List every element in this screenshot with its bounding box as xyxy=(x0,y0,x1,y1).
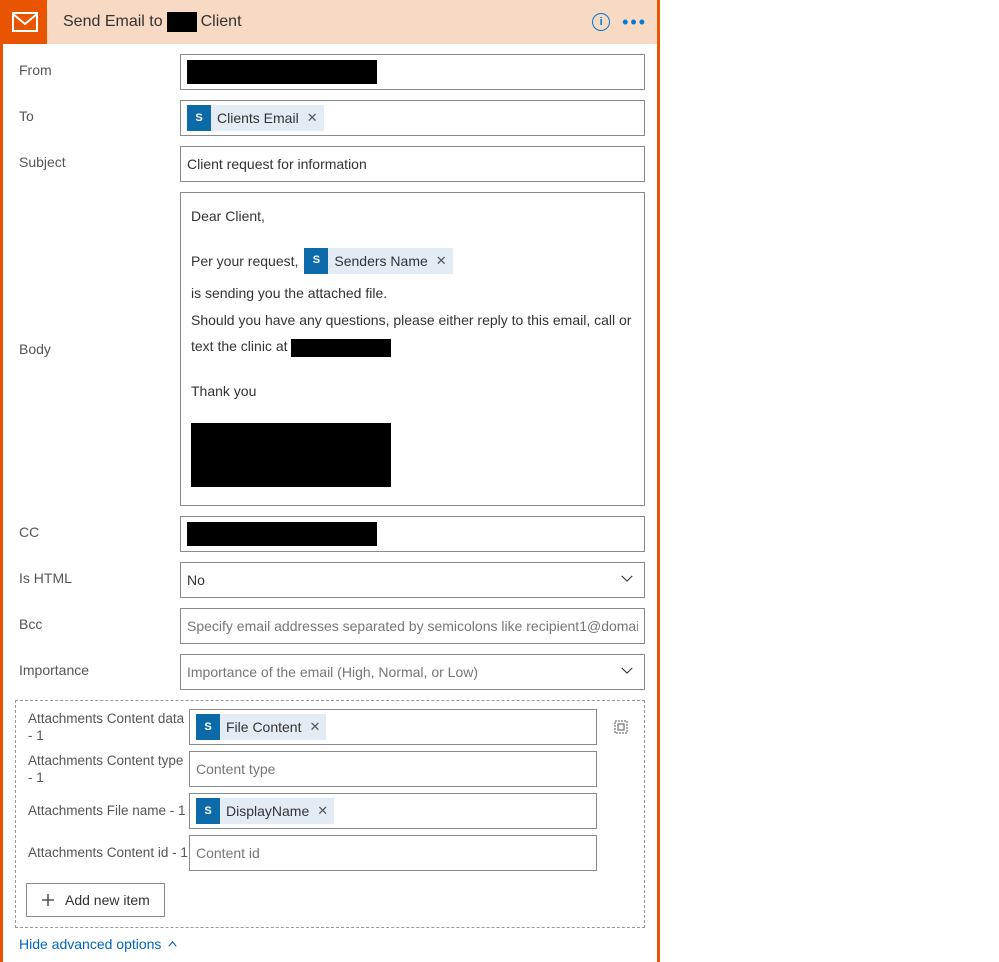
token-remove-icon[interactable]: ✕ xyxy=(309,719,320,735)
card-header[interactable]: Send Email to Client i ••• xyxy=(3,0,657,44)
hide-advanced-link[interactable]: Hide advanced options xyxy=(15,928,182,956)
card-title: Send Email to Client xyxy=(63,12,242,32)
importance-select[interactable]: Importance of the email (High, Normal, o… xyxy=(180,654,645,690)
chevron-up-icon xyxy=(167,939,178,950)
subject-label: Subject xyxy=(15,146,180,170)
att-type-label: Attachments Content type - 1 xyxy=(24,752,189,787)
subject-value: Client request for information xyxy=(187,156,367,172)
token-senders-name[interactable]: S Senders Name ✕ xyxy=(304,248,452,274)
sharepoint-icon: S xyxy=(196,798,220,824)
body-text: is sending you the attached file. xyxy=(191,280,387,307)
token-remove-icon[interactable]: ✕ xyxy=(317,803,328,819)
att-id-placeholder[interactable] xyxy=(196,841,590,865)
att-filename-label: Attachments File name - 1 xyxy=(24,802,189,820)
chevron-down-icon xyxy=(620,572,634,589)
more-icon[interactable]: ••• xyxy=(622,17,647,27)
cc-input[interactable] xyxy=(180,516,645,552)
bcc-placeholder[interactable] xyxy=(187,614,638,638)
body-text: Per your request, xyxy=(191,248,298,275)
card-body: From To S Clients Email ✕ Subject Client… xyxy=(3,44,657,962)
redacted xyxy=(291,339,391,357)
att-id-input[interactable] xyxy=(189,835,597,871)
token-label: Clients Email xyxy=(217,110,299,126)
subject-input[interactable]: Client request for information xyxy=(180,146,645,182)
token-remove-icon[interactable]: ✕ xyxy=(307,110,318,126)
info-icon[interactable]: i xyxy=(592,13,610,31)
from-label: From xyxy=(15,54,180,78)
redacted xyxy=(187,522,377,546)
sharepoint-icon: S xyxy=(187,105,211,131)
token-remove-icon[interactable]: ✕ xyxy=(436,249,447,274)
sharepoint-icon: S xyxy=(304,248,328,274)
body-input[interactable]: Dear Client, Per your request, S Senders… xyxy=(180,192,645,506)
importance-label: Importance xyxy=(15,654,180,678)
cc-label: CC xyxy=(15,516,180,540)
to-label: To xyxy=(15,100,180,124)
att-filename-input[interactable]: S DisplayName ✕ xyxy=(189,793,597,829)
ishtml-value: No xyxy=(187,572,205,588)
plus-icon xyxy=(41,893,55,907)
from-input[interactable] xyxy=(180,54,645,90)
redacted xyxy=(187,60,377,84)
token-display-name[interactable]: S DisplayName ✕ xyxy=(196,798,334,824)
att-data-input[interactable]: S File Content ✕ xyxy=(189,709,597,745)
token-clients-email[interactable]: S Clients Email ✕ xyxy=(187,105,324,131)
token-label: File Content xyxy=(226,719,301,735)
add-new-item-button[interactable]: Add new item xyxy=(26,883,165,917)
token-file-content[interactable]: S File Content ✕ xyxy=(196,714,326,740)
att-data-label: Attachments Content data - 1 xyxy=(24,710,189,745)
redacted xyxy=(191,423,391,487)
token-label: Senders Name xyxy=(334,248,427,275)
to-input[interactable]: S Clients Email ✕ xyxy=(180,100,645,136)
token-label: DisplayName xyxy=(226,803,309,819)
att-id-label: Attachments Content id - 1 xyxy=(24,844,189,862)
body-thanks: Thank you xyxy=(191,378,634,405)
title-suffix: Client xyxy=(201,13,242,31)
importance-placeholder: Importance of the email (High, Normal, o… xyxy=(187,664,478,680)
sharepoint-icon: S xyxy=(196,714,220,740)
redacted xyxy=(167,12,197,32)
body-text: Should you have any questions, please ei… xyxy=(191,312,631,355)
bcc-input[interactable] xyxy=(180,608,645,644)
hide-advanced-label: Hide advanced options xyxy=(19,936,161,952)
add-new-label: Add new item xyxy=(65,892,150,908)
action-card: Send Email to Client i ••• From To S Cli… xyxy=(0,0,660,962)
ishtml-label: Is HTML xyxy=(15,562,180,586)
att-type-input[interactable] xyxy=(189,751,597,787)
chevron-down-icon xyxy=(620,664,634,681)
item-mode-icon[interactable] xyxy=(607,713,635,741)
body-greeting: Dear Client, xyxy=(191,203,634,230)
body-label: Body xyxy=(15,341,180,357)
bcc-label: Bcc xyxy=(15,608,180,632)
title-prefix: Send Email to xyxy=(63,13,163,31)
ishtml-select[interactable]: No xyxy=(180,562,645,598)
att-type-placeholder[interactable] xyxy=(196,757,590,781)
attachments-group: Attachments Content data - 1 S File Cont… xyxy=(15,700,645,928)
outlook-icon xyxy=(3,0,47,44)
